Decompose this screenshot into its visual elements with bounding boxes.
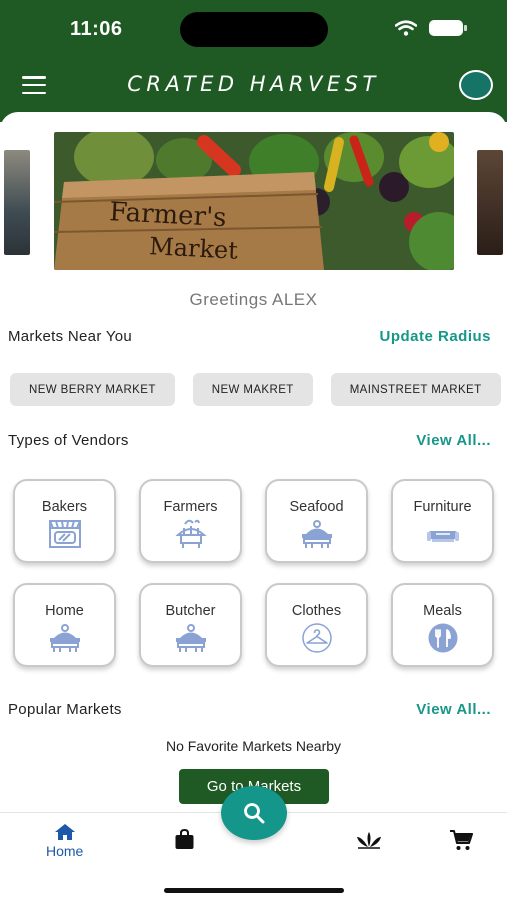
hanger-icon — [301, 623, 332, 653]
food-stall-icon — [301, 520, 332, 548]
vendor-card-clothes[interactable]: Clothes — [265, 583, 368, 667]
dynamic-island — [180, 12, 328, 47]
search-fab[interactable] — [221, 786, 287, 840]
market-stall-icon — [174, 519, 207, 548]
search-icon — [244, 803, 265, 824]
shopping-cart-icon — [450, 830, 473, 850]
status-time: 11:06 — [70, 18, 123, 40]
shopping-bag-icon — [175, 829, 194, 849]
greeting-text: Greetings ALEX — [189, 290, 318, 309]
status-icons — [395, 20, 467, 36]
vendor-types-title: Types of Vendors — [8, 432, 129, 449]
carousel-next-card[interactable] — [477, 150, 503, 255]
nav-farms[interactable] — [356, 831, 382, 849]
vendor-label: Furniture — [413, 499, 472, 515]
vendor-label: Farmers — [163, 499, 218, 515]
vendor-card-seafood[interactable]: Seafood — [265, 479, 368, 563]
nav-home[interactable]: Home — [46, 823, 83, 859]
crate-sign-line2: Market — [148, 232, 238, 265]
popular-markets-title: Popular Markets — [8, 701, 122, 718]
vendor-card-butcher[interactable]: Butcher — [139, 583, 242, 667]
home-indicator — [164, 888, 344, 893]
app-title: CRATED HARVEST — [127, 72, 380, 96]
food-stall-icon — [49, 624, 80, 652]
utensils-icon — [428, 623, 457, 653]
nav-shop[interactable] — [174, 829, 195, 850]
profile-avatar[interactable] — [459, 70, 493, 100]
market-chip[interactable]: MAINSTREET MARKET — [330, 373, 501, 406]
battery-icon — [429, 20, 467, 36]
home-icon — [54, 824, 75, 840]
nav-home-label: Home — [46, 843, 84, 859]
vendors-view-all-link[interactable]: View All... — [416, 432, 491, 449]
main-content: Farmer's Market Greetings ALEX Markets N… — [0, 112, 507, 812]
market-chip[interactable]: NEW BERRY MARKET — [10, 373, 175, 406]
vendor-label: Seafood — [289, 499, 344, 515]
vendor-card-meals[interactable]: Meals — [391, 583, 494, 667]
update-radius-link[interactable]: Update Radius — [379, 328, 491, 345]
app-header: 11:06 CRATED HARVEST — [0, 0, 507, 122]
vendor-label: Bakers — [41, 499, 88, 515]
hero-banner[interactable]: Farmer's Market — [54, 132, 454, 270]
no-favorites-message: No Favorite Markets Nearby — [165, 738, 342, 754]
nav-cart[interactable] — [449, 829, 473, 851]
banner-carousel[interactable]: Farmer's Market — [0, 132, 507, 272]
markets-near-header: Markets Near You Update Radius — [8, 328, 491, 345]
vendor-label: Home — [45, 603, 84, 619]
plant-sprout-icon — [357, 832, 381, 849]
vendor-label: Meals — [423, 603, 462, 619]
carousel-prev-card[interactable] — [4, 150, 30, 255]
popular-view-all-link[interactable]: View All... — [416, 701, 491, 718]
markets-near-title: Markets Near You — [8, 328, 133, 345]
vendor-types-header: Types of Vendors View All... — [8, 432, 491, 449]
farmers-market-crate-image: Farmer's Market — [54, 132, 454, 270]
nearby-markets-list: NEW BERRY MARKET NEW MAKRET MAINSTREET M… — [10, 373, 501, 406]
vendor-label: Butcher — [165, 603, 216, 619]
wifi-icon — [395, 20, 417, 36]
popular-markets-header: Popular Markets View All... — [8, 701, 491, 718]
sofa-icon — [426, 531, 459, 542]
market-chip[interactable]: NEW MAKRET — [192, 373, 313, 406]
vendor-card-home[interactable]: Home — [13, 583, 116, 667]
food-stall-icon — [175, 624, 206, 652]
crate-sign-line1: Farmer's — [109, 197, 228, 233]
vendor-card-furniture[interactable]: Furniture — [391, 479, 494, 563]
vendor-card-bakers[interactable]: Bakers — [13, 479, 116, 563]
vendor-card-farmers[interactable]: Farmers — [139, 479, 242, 563]
storefront-icon — [48, 520, 81, 548]
vendor-type-grid: Bakers Farmers Seafood Furniture Home Bu… — [13, 479, 494, 667]
vendor-label: Clothes — [291, 603, 342, 619]
